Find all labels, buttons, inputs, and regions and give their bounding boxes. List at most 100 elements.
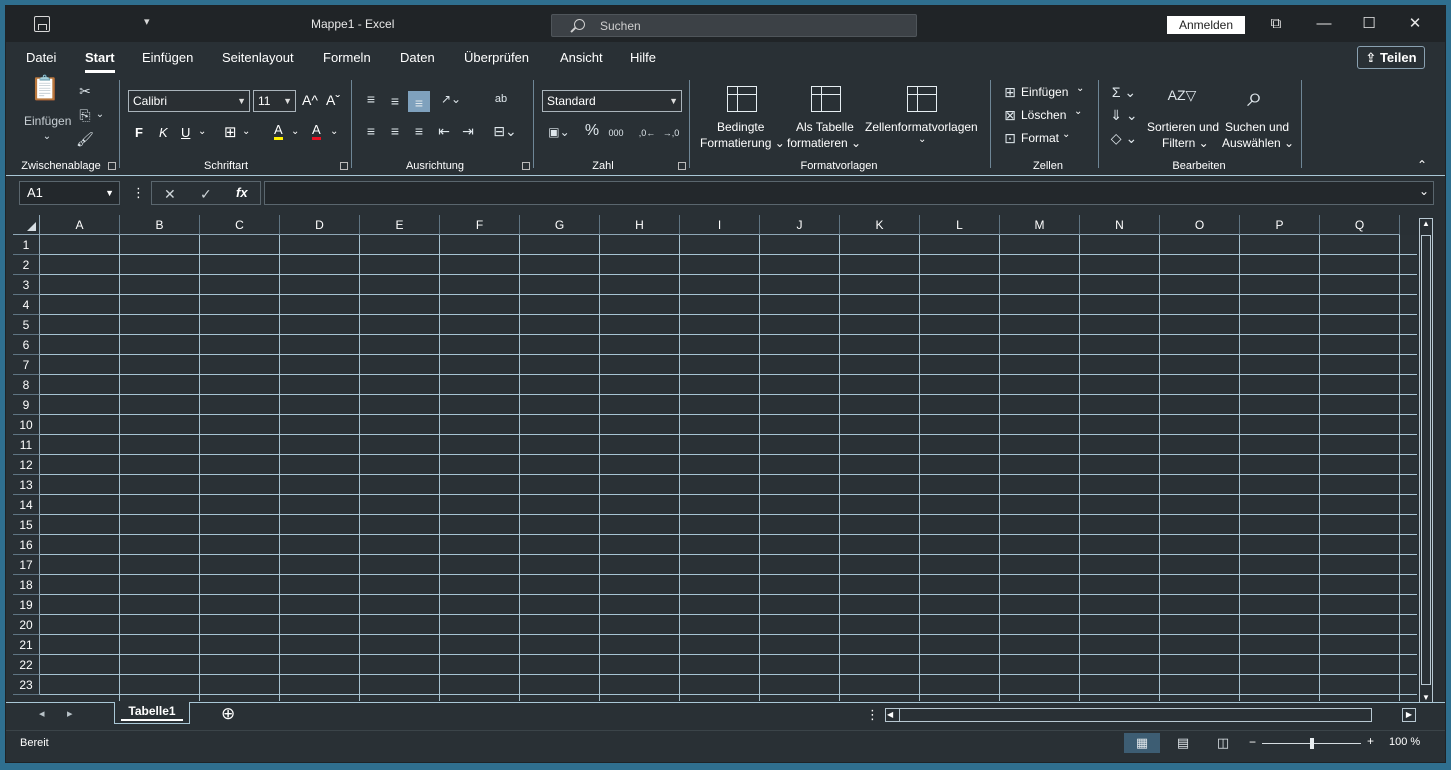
maximize-button[interactable]: ☐ <box>1357 14 1381 34</box>
row-header[interactable]: 13 <box>13 475 40 495</box>
row-header[interactable]: 3 <box>13 275 40 295</box>
delete-cells-icon[interactable]: ⊠ <box>1001 106 1019 124</box>
customize-quick-access-icon[interactable]: ▾ <box>144 15 150 28</box>
search-box[interactable]: Suchen <box>551 14 917 37</box>
ribbon-display-icon[interactable]: ⧉ <box>1264 14 1288 34</box>
autosum-icon[interactable]: Σ ⌄ <box>1108 83 1140 101</box>
row-header[interactable]: 1 <box>13 235 40 255</box>
fill-icon[interactable]: ⇓ ⌄ <box>1108 106 1140 124</box>
zoom-out-icon[interactable]: − <box>1249 735 1256 749</box>
number-format-combo[interactable]: Standard ▼ <box>542 90 682 112</box>
row-header[interactable]: 15 <box>13 515 40 535</box>
conditional-formatting-label-2[interactable]: Formatierung ⌄ <box>700 136 785 150</box>
borders-icon[interactable]: ⊞ <box>224 123 237 141</box>
number-launcher-icon[interactable] <box>678 162 686 170</box>
column-header[interactable]: J <box>760 215 840 235</box>
tab-daten[interactable]: Daten <box>400 50 435 65</box>
format-as-table-label-1[interactable]: Als Tabelle <box>796 120 854 134</box>
row-header[interactable]: 9 <box>13 395 40 415</box>
tab-ansicht[interactable]: Ansicht <box>560 50 603 65</box>
sort-filter-icon[interactable]: AZ▽ <box>1164 86 1200 116</box>
column-header[interactable]: H <box>600 215 680 235</box>
paste-button-label[interactable]: Einfügen <box>24 114 71 128</box>
prev-sheet-icon[interactable]: ◂ <box>39 707 45 720</box>
tab-datei[interactable]: Datei <box>26 50 56 65</box>
row-header[interactable]: 2 <box>13 255 40 275</box>
row-header[interactable]: 16 <box>13 535 40 555</box>
normal-view-icon[interactable]: ▦ <box>1124 733 1160 753</box>
select-all-button[interactable] <box>13 215 40 235</box>
formula-input[interactable]: ⌄ <box>264 181 1434 205</box>
font-name-combo[interactable]: Calibri ▼ <box>128 90 250 112</box>
enter-icon[interactable]: ✓ <box>200 186 212 203</box>
row-header[interactable]: 22 <box>13 655 40 675</box>
find-select-label-1[interactable]: Suchen und <box>1225 120 1289 134</box>
bold-button[interactable]: F <box>135 125 143 140</box>
find-select-label-2[interactable]: Auswählen ⌄ <box>1222 136 1294 150</box>
clipboard-launcher-icon[interactable] <box>108 162 116 170</box>
shrink-font-icon[interactable]: Aˇ <box>326 92 340 108</box>
row-header[interactable]: 4 <box>13 295 40 315</box>
align-right-icon[interactable]: ≡ <box>409 122 429 140</box>
font-color-icon[interactable]: A <box>312 123 321 140</box>
font-launcher-icon[interactable] <box>340 162 348 170</box>
close-button[interactable]: ✕ <box>1403 14 1427 34</box>
grow-font-icon[interactable]: A^ <box>302 92 318 108</box>
decrease-decimal-icon[interactable]: →,0 <box>660 124 682 142</box>
name-box[interactable]: A1 ▼ <box>19 181 120 205</box>
column-header[interactable]: K <box>840 215 920 235</box>
scroll-up-icon[interactable]: ▲ <box>1420 219 1432 228</box>
sort-filter-label-1[interactable]: Sortieren und <box>1147 120 1219 134</box>
cancel-icon[interactable]: ✕ <box>164 186 176 203</box>
scroll-left-icon[interactable]: ◀ <box>887 709 893 721</box>
expand-formula-icon[interactable]: ⌄ <box>1419 184 1429 198</box>
row-header[interactable]: 8 <box>13 375 40 395</box>
more-options-icon[interactable]: ⋮ <box>132 185 145 201</box>
cut-icon[interactable]: ✂ <box>76 82 94 100</box>
format-as-table-label-2[interactable]: formatieren ⌄ <box>787 136 861 150</box>
tab-ueberpruefen[interactable]: Überprüfen <box>464 50 529 65</box>
row-header[interactable]: 11 <box>13 435 40 455</box>
column-header[interactable]: B <box>120 215 200 235</box>
copy-icon[interactable]: ⎘ <box>76 106 94 124</box>
add-sheet-icon[interactable]: ⊕ <box>221 704 235 724</box>
share-button[interactable]: ⇪ Teilen <box>1357 46 1425 69</box>
column-header[interactable]: P <box>1240 215 1320 235</box>
paste-icon[interactable]: 📋 <box>28 77 62 110</box>
row-header[interactable]: 5 <box>13 315 40 335</box>
vertical-scrollbar[interactable]: ▲ ▼ <box>1419 218 1433 703</box>
cell-styles-icon[interactable] <box>907 86 937 112</box>
cell-styles-dropdown-icon[interactable]: ⌄ <box>918 134 926 145</box>
underline-button[interactable]: U <box>181 125 190 140</box>
column-header[interactable]: I <box>680 215 760 235</box>
align-middle-icon[interactable]: ≡ <box>385 92 405 110</box>
column-header[interactable]: O <box>1160 215 1240 235</box>
format-cells-icon[interactable]: ⊡ <box>1001 129 1019 147</box>
decrease-indent-icon[interactable]: ⇤ <box>434 122 454 140</box>
page-break-view-icon[interactable]: ◫ <box>1205 733 1241 753</box>
column-header[interactable]: M <box>1000 215 1080 235</box>
font-color-dropdown-icon[interactable]: ⌄ <box>330 126 338 137</box>
row-header[interactable]: 18 <box>13 575 40 595</box>
column-header[interactable]: F <box>440 215 520 235</box>
accounting-format-icon[interactable]: ▣⌄ <box>543 123 575 141</box>
delete-cells-button[interactable]: Löschen <box>1021 108 1066 122</box>
column-header[interactable]: G <box>520 215 600 235</box>
sheet-more-icon[interactable]: ⋮ <box>866 707 879 723</box>
signin-button[interactable]: Anmelden <box>1167 16 1245 34</box>
align-bottom-icon[interactable]: ≡ <box>408 91 430 112</box>
delete-cells-dropdown-icon[interactable]: ⌄ <box>1074 106 1082 117</box>
row-header[interactable]: 14 <box>13 495 40 515</box>
horizontal-scrollbar[interactable]: ◀ <box>885 708 1372 722</box>
row-header[interactable]: 10 <box>13 415 40 435</box>
comma-style-icon[interactable]: 000 <box>606 124 626 142</box>
format-cells-button[interactable]: Format <box>1021 131 1059 145</box>
conditional-formatting-label-1[interactable]: Bedingte <box>717 120 764 134</box>
increase-indent-icon[interactable]: ⇥ <box>458 122 478 140</box>
column-header[interactable]: N <box>1080 215 1160 235</box>
tab-formeln[interactable]: Formeln <box>323 50 371 65</box>
column-header[interactable]: Q <box>1320 215 1400 235</box>
increase-decimal-icon[interactable]: ,0← <box>636 124 658 142</box>
row-header[interactable]: 19 <box>13 595 40 615</box>
horizontal-scroll-thumb[interactable] <box>899 709 900 721</box>
